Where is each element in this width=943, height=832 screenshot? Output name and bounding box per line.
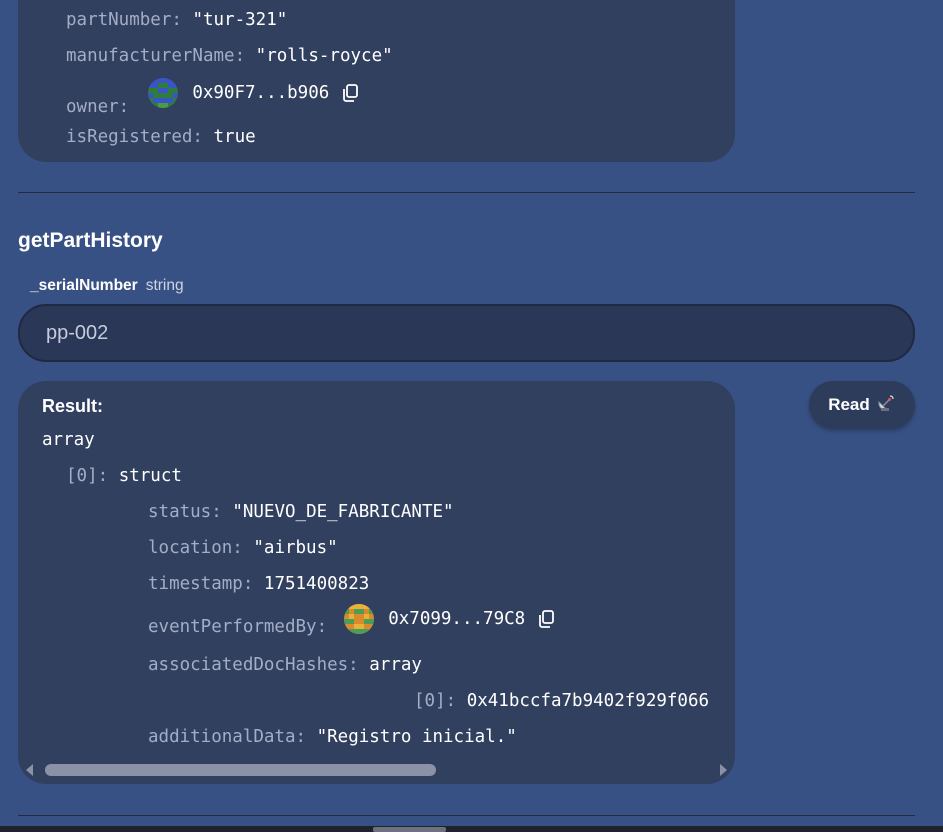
- event-performed-by-key: eventPerformedBy:: [148, 617, 328, 637]
- doc-hash-item-row: [0]: 0x41bccfa7b9402f929f066: [414, 691, 709, 711]
- is-registered-row: isRegistered: true: [66, 127, 256, 147]
- timestamp-row: timestamp: 1751400823: [148, 574, 369, 594]
- doc-hash-index: [0]:: [414, 691, 457, 711]
- doc-hashes-type: array: [369, 655, 422, 675]
- serial-number-input[interactable]: [20, 306, 913, 360]
- part-number-key: partNumber:: [66, 10, 182, 30]
- owner-avatar-icon: [147, 78, 178, 108]
- status-value: "NUEVO_DE_FABRICANTE": [232, 502, 454, 522]
- owner-key: owner:: [66, 97, 130, 117]
- owner-row: owner: 0x90F7...b906: [66, 78, 360, 117]
- timestamp-key: timestamp:: [148, 574, 254, 594]
- additional-data-value: "Registro inicial.": [316, 727, 517, 747]
- doc-hashes-key: associatedDocHashes:: [148, 655, 359, 675]
- read-button-label: Read: [828, 395, 870, 414]
- event-performed-by-row: eventPerformedBy: 0x7099...79C8: [148, 604, 556, 637]
- array-item-index: [0]:: [66, 466, 109, 486]
- location-row: location: "airbus": [148, 538, 338, 558]
- copy-icon[interactable]: [340, 83, 360, 103]
- owner-address: 0x90F7...b906: [192, 83, 330, 103]
- additional-data-key: additionalData:: [148, 727, 307, 747]
- page-scrollbar[interactable]: [0, 826, 943, 832]
- manufacturer-key: manufacturerName:: [66, 46, 246, 66]
- status-key: status:: [148, 502, 222, 522]
- manufacturer-row: manufacturerName: "rolls-royce": [66, 46, 393, 66]
- horizontal-scrollbar[interactable]: [18, 760, 735, 784]
- location-value: "airbus": [253, 538, 338, 558]
- event-avatar-icon: [343, 604, 374, 634]
- timestamp-value: 1751400823: [263, 574, 370, 594]
- is-registered-value: true: [213, 127, 256, 147]
- result-root-type: array: [42, 430, 95, 450]
- part-number-value: "tur-321": [192, 10, 288, 30]
- satellite-dish-icon: [876, 393, 896, 418]
- scrollbar-thumb[interactable]: [45, 764, 436, 776]
- divider: [18, 815, 915, 816]
- array-item-type: struct: [118, 466, 182, 486]
- doc-hashes-row: associatedDocHashes: array: [148, 655, 422, 675]
- param-name: _serialNumber: [30, 277, 138, 294]
- divider: [18, 192, 915, 193]
- additional-data-row: additionalData: "Registro inicial.": [148, 727, 517, 747]
- function-title: getPartHistory: [18, 229, 163, 252]
- param-label: _serialNumber string: [30, 277, 184, 295]
- param-type: string: [145, 277, 184, 294]
- array-item-row: [0]: struct: [66, 466, 182, 486]
- result-card: Result: array [0]: struct status: "NUEVO…: [18, 381, 735, 784]
- event-performed-by-address: 0x7099...79C8: [388, 609, 526, 629]
- status-row: status: "NUEVO_DE_FABRICANTE": [148, 502, 454, 522]
- scroll-right-icon[interactable]: [720, 764, 727, 776]
- doc-hash-value: 0x41bccfa7b9402f929f066: [466, 691, 710, 711]
- page-scrollbar-thumb[interactable]: [373, 827, 446, 832]
- is-registered-key: isRegistered:: [66, 127, 203, 147]
- location-key: location:: [148, 538, 243, 558]
- part-number-row: partNumber: "tur-321": [66, 10, 287, 30]
- read-button[interactable]: Read: [809, 381, 915, 429]
- serial-number-input-box[interactable]: [18, 304, 915, 362]
- result-label: Result:: [42, 396, 104, 416]
- scroll-left-icon[interactable]: [26, 764, 33, 776]
- manufacturer-value: "rolls-royce": [255, 46, 393, 66]
- copy-icon[interactable]: [536, 609, 556, 629]
